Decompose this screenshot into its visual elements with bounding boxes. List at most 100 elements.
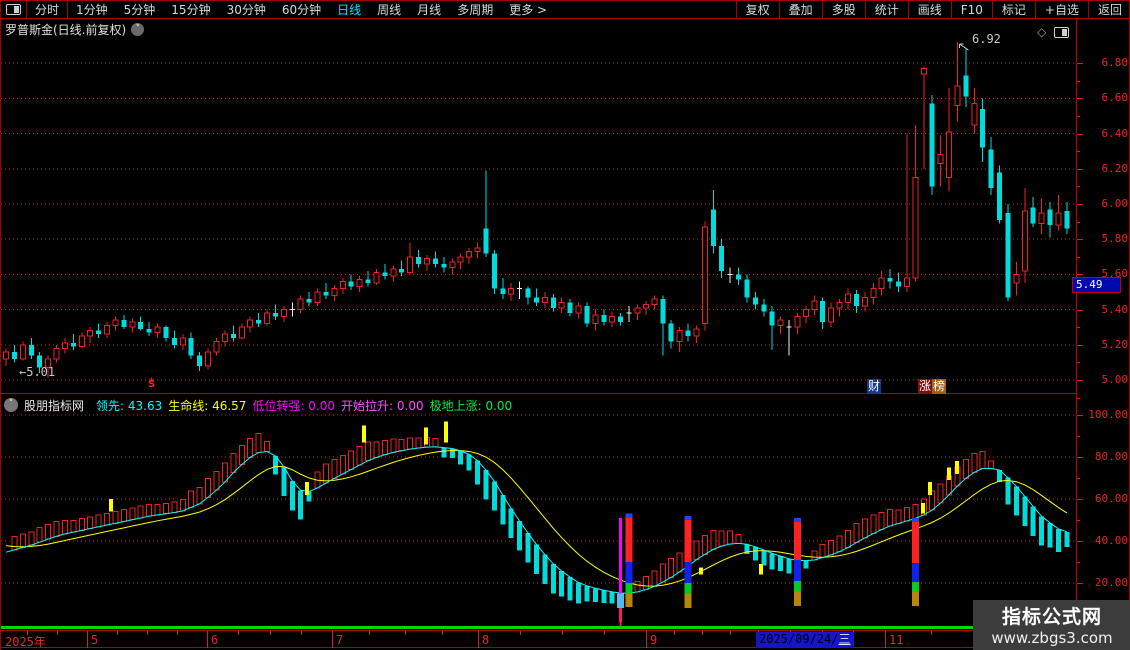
date-tick bbox=[405, 631, 406, 635]
axis-tick bbox=[1077, 562, 1080, 563]
indicator-logo-icon[interactable]: ˅ bbox=[4, 398, 18, 412]
cai-badge[interactable]: 财 bbox=[867, 379, 882, 394]
price-label-5.20: 5.20 bbox=[1101, 337, 1129, 351]
zhang-badge[interactable]: 涨 bbox=[918, 379, 933, 394]
action-button-9[interactable]: 返回 bbox=[1087, 1, 1130, 18]
date-tick bbox=[368, 631, 370, 635]
period-tab-11[interactable]: 更多 > bbox=[501, 1, 555, 18]
indicator-brand: 股朋指标网 bbox=[24, 398, 85, 413]
month-label-7: 7 bbox=[336, 633, 344, 647]
period-tab-6[interactable]: 60分钟 bbox=[274, 1, 329, 18]
period-toolbar: 分时 1分钟 5分钟 15分钟 30分钟 60分钟 日线 周线 月线 多周期 更多 > bbox=[1, 1, 555, 18]
date-tick bbox=[730, 631, 731, 635]
date-axis: 2025年 5 6 7 8 9 11 2025/09/24/三 bbox=[1, 630, 1077, 649]
date-tick bbox=[885, 631, 886, 648]
current-price-badge: 5.49 bbox=[1072, 277, 1121, 293]
price-label-6.60: 6.60 bbox=[1101, 91, 1129, 105]
date-tick bbox=[604, 631, 605, 635]
period-tab-3[interactable]: 5分钟 bbox=[116, 1, 164, 18]
date-tick bbox=[238, 631, 240, 635]
price-label-5.80: 5.80 bbox=[1101, 232, 1129, 246]
price-label-6.40: 6.40 bbox=[1101, 126, 1129, 140]
panel-layout-icon[interactable] bbox=[1054, 26, 1070, 38]
price-label-5.00: 5.00 bbox=[1101, 373, 1129, 386]
date-tick bbox=[441, 631, 443, 635]
date-tick bbox=[207, 631, 208, 648]
axis-tick bbox=[1077, 221, 1080, 223]
indicator-sub-chart[interactable] bbox=[1, 410, 1077, 630]
period-tab-7[interactable]: 日线 bbox=[329, 1, 369, 18]
period-tab-2[interactable]: 1分钟 bbox=[68, 1, 116, 18]
date-tick bbox=[147, 631, 148, 635]
date-tick bbox=[332, 631, 333, 648]
date-tick bbox=[520, 631, 521, 635]
main-candlestick-chart[interactable] bbox=[1, 18, 1077, 393]
indicator-value-2: 生命线: 46.57 bbox=[168, 398, 247, 413]
axis-tick bbox=[1077, 204, 1083, 205]
indicator-values: 领先: 43.63 生命线: 46.57 低位转强: 0.00 开始拉升: 0.00 极… bbox=[90, 397, 512, 414]
axis-tick bbox=[1077, 457, 1083, 458]
axis-tick bbox=[1077, 415, 1083, 416]
price-label-6.00: 6.00 bbox=[1101, 197, 1129, 210]
period-tab-4[interactable]: 15分钟 bbox=[163, 1, 218, 18]
price-label-5.40: 5.40 bbox=[1101, 302, 1129, 316]
axis-tick bbox=[1077, 239, 1083, 241]
action-button-7[interactable]: 标记 bbox=[991, 1, 1035, 18]
period-tab-9[interactable]: 月线 bbox=[409, 1, 449, 18]
date-tick bbox=[674, 631, 675, 635]
date-tick bbox=[562, 631, 563, 635]
action-button-3[interactable]: 多股 bbox=[821, 1, 865, 18]
top-toolbar: 分时 1分钟 5分钟 15分钟 30分钟 60分钟 日线 周线 月线 多周期 更多 > 复权 叠加 多股… bbox=[1, 0, 1130, 19]
value-label-100.00: 100.00 bbox=[1088, 408, 1128, 421]
period-tab-1[interactable]: 分时 bbox=[27, 1, 67, 18]
selected-date-badge: 2025/09/24/三 bbox=[756, 632, 854, 648]
axis-tick bbox=[1077, 327, 1080, 329]
panel-toggle-icon[interactable] bbox=[1, 1, 26, 18]
date-tick bbox=[57, 631, 58, 635]
month-label-8: 8 bbox=[482, 633, 490, 647]
axis-tick bbox=[1077, 541, 1083, 542]
action-button-2[interactable]: 叠加 bbox=[778, 1, 822, 18]
watermark-url: www.zbgs3.com bbox=[991, 629, 1113, 647]
trading-app-window: 分时 1分钟 5分钟 15分钟 30分钟 60分钟 日线 周线 月线 多周期 更多 > 复权 叠加 多股… bbox=[0, 0, 1130, 650]
action-button-1[interactable]: 复权 bbox=[735, 1, 779, 18]
right-axis: 6.80 6.60 6.40 6.20 6.00 5.80 5.60 5.40 5.20 5.00… bbox=[1072, 18, 1130, 649]
axis-tick bbox=[1077, 133, 1083, 135]
month-label-6: 6 bbox=[211, 633, 219, 647]
action-button-4[interactable]: 统计 bbox=[864, 1, 908, 18]
date-tick bbox=[646, 631, 647, 648]
stock-title: 罗普斯金(日线.前复权) bbox=[5, 22, 127, 37]
indicator-value-4: 开始拉升: 0.00 bbox=[341, 398, 424, 413]
diamond-icon[interactable]: ◇ bbox=[1037, 25, 1046, 39]
date-tick bbox=[177, 631, 178, 635]
axis-tick bbox=[1077, 583, 1083, 584]
axis-tick bbox=[1077, 309, 1083, 311]
period-tab-5[interactable]: 30分钟 bbox=[219, 1, 274, 18]
date-tick bbox=[269, 631, 271, 635]
bang-badge[interactable]: 榜 bbox=[932, 379, 947, 394]
axis-tick bbox=[1077, 436, 1080, 437]
axis-tick bbox=[1077, 380, 1083, 381]
value-label-20.00: 20.00 bbox=[1094, 576, 1128, 589]
date-tick bbox=[478, 631, 479, 648]
axis-tick bbox=[1077, 98, 1083, 100]
site-watermark: 指标公式网 www.zbgs3.com bbox=[973, 600, 1130, 650]
action-toolbar: 复权 叠加 多股 统计 画线 F10 标记 +自选 返回 bbox=[735, 1, 1130, 18]
month-label-11: 11 bbox=[889, 633, 904, 647]
action-button-6[interactable]: F10 bbox=[950, 1, 992, 18]
action-button-8[interactable]: +自选 bbox=[1034, 1, 1088, 18]
date-tick bbox=[702, 631, 703, 635]
value-label-80.00: 80.00 bbox=[1094, 450, 1128, 463]
chart-corner-icons: ◇ bbox=[1037, 25, 1070, 39]
period-tab-10[interactable]: 多周期 bbox=[449, 1, 501, 18]
price-label-6.80: 6.80 bbox=[1101, 56, 1129, 70]
action-button-5[interactable]: 画线 bbox=[907, 1, 951, 18]
high-price-annotation: 6.92 bbox=[972, 32, 1001, 46]
buy-signal-marker: ▲ S bbox=[148, 376, 156, 390]
stock-title-row: 罗普斯金(日线.前复权) ˅ bbox=[5, 21, 145, 37]
indicator-header: ˅ 股朋指标网 领先: 43.63 生命线: 46.57 低位转强: 0.00 开始拉… bbox=[4, 397, 512, 413]
period-tab-8[interactable]: 周线 bbox=[369, 1, 409, 18]
chevron-down-icon[interactable]: ˅ bbox=[131, 22, 145, 36]
date-tick bbox=[930, 631, 932, 635]
indicator-value-1: 领先: 43.63 bbox=[96, 398, 163, 413]
